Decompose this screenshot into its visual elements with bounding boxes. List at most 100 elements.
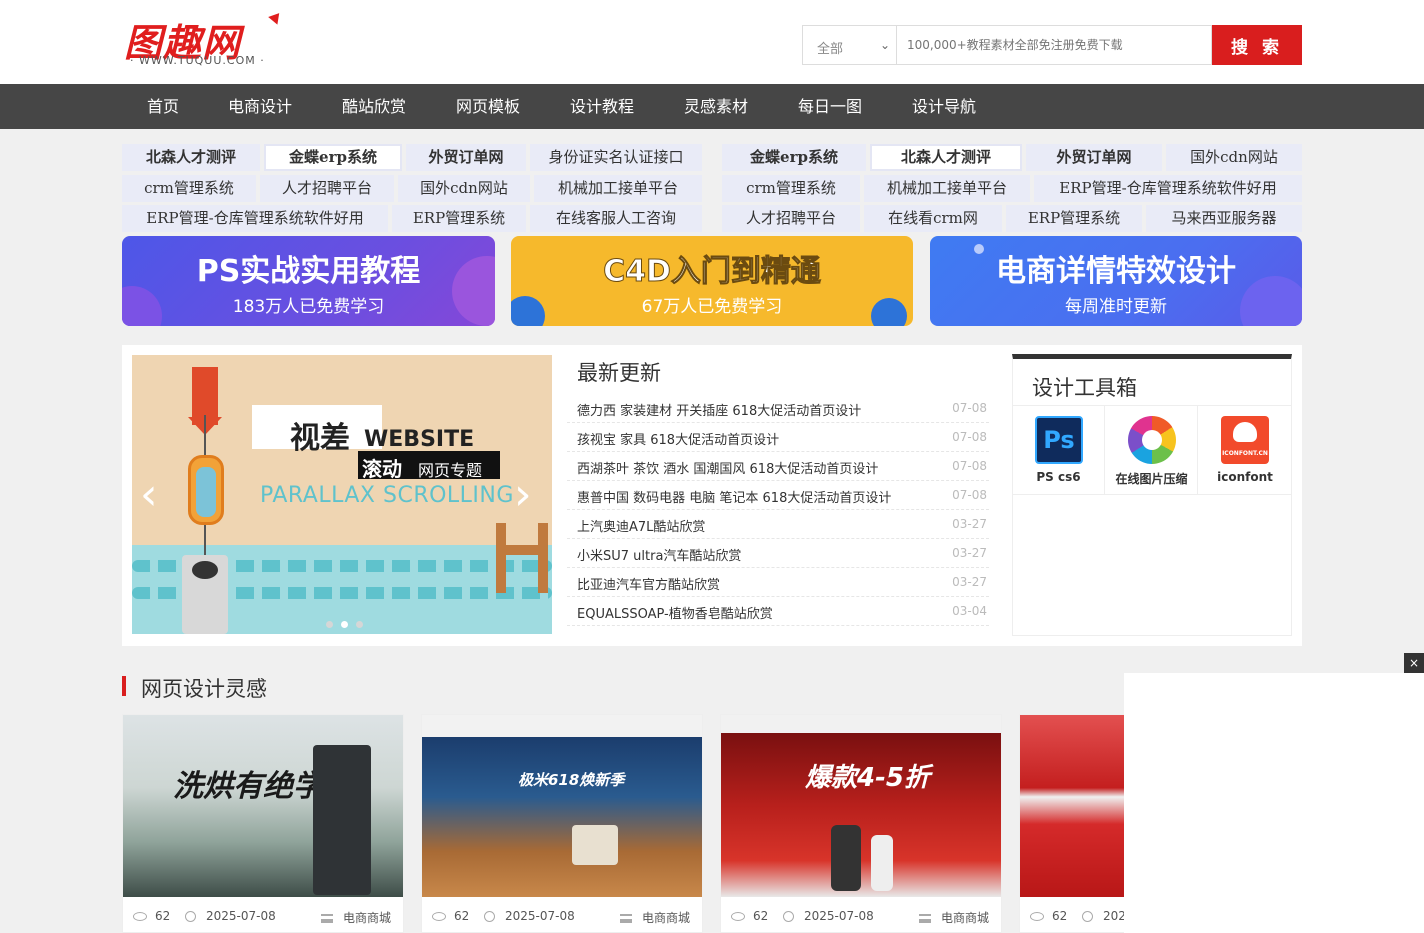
card-date: 202: [1082, 909, 1126, 923]
card-category[interactable]: 电商商城: [919, 909, 989, 926]
keyword-link[interactable]: 人才招聘平台: [260, 175, 394, 202]
search-scope-value: 全部: [817, 42, 844, 57]
keyword-link[interactable]: ERP管理系统: [1006, 205, 1142, 232]
nav-item-cool-sites[interactable]: 酷站欣赏: [328, 84, 420, 129]
close-icon[interactable]: ×: [1404, 653, 1424, 673]
keyword-link[interactable]: ERP管理-仓库管理系统软件好用: [122, 205, 388, 232]
thumbnail-caption: 爆款4-5折: [805, 763, 930, 793]
banner-c4d-course[interactable]: C4D入门到精通 67万人已免费学习: [511, 236, 913, 326]
keyword-link[interactable]: 机械加工接单平台: [534, 175, 702, 202]
design-card[interactable]: 极米618焕新季 62 2025-07-08 电商商城: [421, 714, 703, 933]
eye-icon: [432, 912, 446, 921]
keyword-link[interactable]: 国外cdn网站: [398, 175, 530, 202]
tool-label: iconfont: [1217, 470, 1273, 484]
nav-item-tutorials[interactable]: 设计教程: [556, 84, 648, 129]
news-item[interactable]: 孩视宝 家具 618大促活动首页设计 07-08: [567, 423, 989, 452]
card-thumbnail[interactable]: 爆款4-5折: [721, 715, 1001, 897]
keyword-link[interactable]: 金蝶erp系统: [722, 144, 866, 171]
card-date: 2025-07-08: [484, 909, 575, 923]
iconfont-icon: ICONFONT.CN: [1221, 416, 1269, 464]
news-item[interactable]: 西湖茶叶 茶饮 酒水 国潮国风 618大促活动首页设计 07-08: [567, 452, 989, 481]
nav-item-inspiration[interactable]: 灵感素材: [670, 84, 762, 129]
card-category[interactable]: 电商商城: [321, 909, 391, 926]
news-item-date: 07-08: [952, 488, 987, 502]
thumbnail-caption: 洗烘有绝学: [173, 769, 323, 804]
product-illustration: [831, 825, 861, 891]
news-item-title: 上汽奥迪A7L酷站欣赏: [577, 520, 706, 535]
card-views: 62: [133, 909, 170, 923]
clock-icon: [1082, 911, 1093, 922]
slider-dot[interactable]: [326, 621, 333, 628]
news-item[interactable]: EQUALSSOAP-植物香皂酷站欣赏 03-04: [567, 597, 989, 626]
slider-dot-active[interactable]: [341, 621, 348, 628]
news-item-title: 小米SU7 ultra汽车酷站欣赏: [577, 549, 742, 564]
keyword-link[interactable]: 机械加工接单平台: [864, 175, 1030, 202]
pier-bar: [496, 545, 548, 555]
nav-item-home[interactable]: 首页: [130, 84, 196, 129]
tool-iconfont[interactable]: ICONFONT.CN iconfont: [1199, 405, 1291, 495]
nav-item-navigation[interactable]: 设计导航: [898, 84, 990, 129]
news-item-title: 德力西 家装建材 开关插座 618大促活动首页设计: [577, 404, 862, 419]
card-date: 2025-07-08: [185, 909, 276, 923]
banner-ps-tutorial[interactable]: PS实战实用教程 183万人已免费学习: [122, 236, 495, 326]
eye-icon: [1030, 912, 1044, 921]
latest-updates-title: 最新更新: [577, 361, 661, 385]
search-button[interactable]: 搜 索: [1212, 25, 1302, 65]
keyword-link[interactable]: 国外cdn网站: [1166, 144, 1302, 171]
search-input[interactable]: [897, 25, 1212, 65]
news-item-date: 07-08: [952, 430, 987, 444]
news-item[interactable]: 比亚迪汽车官方酷站欣赏 03-27: [567, 568, 989, 597]
news-item[interactable]: 上汽奥迪A7L酷站欣赏 03-27: [567, 510, 989, 539]
keyword-link[interactable]: crm管理系统: [122, 175, 256, 202]
keyword-link[interactable]: ERP管理系统: [392, 205, 526, 232]
eye-icon: [731, 912, 745, 921]
banner-ecommerce-detail[interactable]: 电商详情特效设计 每周准时更新: [930, 236, 1302, 326]
keyword-link[interactable]: 金蝶erp系统: [264, 144, 402, 171]
news-item[interactable]: 德力西 家装建材 开关插座 618大促活动首页设计 07-08: [567, 394, 989, 423]
card-thumbnail[interactable]: 洗烘有绝学: [123, 715, 403, 897]
card-thumbnail[interactable]: 极米618焕新季: [422, 715, 702, 897]
keyword-link[interactable]: 马来西亚服务器: [1146, 205, 1302, 232]
site-header: 图趣网 · WWW.TUQUU.COM · 全部 ⌄ 搜 索: [0, 0, 1424, 84]
nav-item-daily[interactable]: 每日一图: [784, 84, 876, 129]
hero-slider[interactable]: 视差 WEBSITE 滚动 网页专题 PARALLAX SCROLLING ‹ …: [132, 355, 552, 634]
keyword-link[interactable]: 北森人才测评: [870, 144, 1022, 171]
news-item[interactable]: 小米SU7 ultra汽车酷站欣赏 03-27: [567, 539, 989, 568]
banner-title: 电商详情特效设计: [996, 254, 1236, 289]
floating-ad-panel: [1124, 673, 1424, 933]
pier-illustration: [496, 523, 548, 593]
list-icon: [620, 914, 632, 923]
news-item-title: 比亚迪汽车官方酷站欣赏: [577, 578, 721, 593]
slider-pagination: [322, 613, 367, 632]
nav-item-ecommerce[interactable]: 电商设计: [214, 84, 306, 129]
design-card[interactable]: 爆款4-5折 62 2025-07-08 电商商城: [720, 714, 1002, 933]
tool-label: PS cs6: [1036, 470, 1081, 484]
keyword-link[interactable]: 北森人才测评: [122, 144, 260, 171]
slide-text-scroll: 滚动: [362, 457, 402, 481]
keyword-link[interactable]: 人才招聘平台: [722, 205, 860, 232]
search-bar: 全部 ⌄ 搜 索: [802, 25, 1302, 65]
site-logo[interactable]: 图趣网 · WWW.TUQUU.COM ·: [124, 9, 284, 68]
news-item-date: 03-27: [952, 575, 987, 589]
keyword-link[interactable]: crm管理系统: [722, 175, 860, 202]
news-item[interactable]: 惠普中国 数码电器 电脑 笔记本 618大促活动首页设计 07-08: [567, 481, 989, 510]
keyword-link[interactable]: 外贸订单网: [1026, 144, 1162, 171]
tool-image-compress[interactable]: 在线图片压缩: [1106, 405, 1198, 495]
keyword-link[interactable]: ERP管理-仓库管理系统软件好用: [1034, 175, 1302, 202]
design-card[interactable]: 洗烘有绝学 62 2025-07-08 电商商城: [122, 714, 404, 933]
keyword-link[interactable]: 在线看crm网: [864, 205, 1002, 232]
card-views: 62: [731, 909, 768, 923]
slide-text-parallax-scrolling: PARALLAX SCROLLING: [260, 483, 514, 508]
keyword-link[interactable]: 在线客服人工咨询: [530, 205, 702, 232]
keyword-link[interactable]: 外贸订单网: [406, 144, 526, 171]
nav-item-templates[interactable]: 网页模板: [442, 84, 534, 129]
slider-prev-icon[interactable]: ‹: [140, 473, 158, 517]
tool-photoshop[interactable]: Ps PS cs6: [1013, 405, 1105, 495]
slider-next-icon[interactable]: ›: [514, 473, 532, 517]
card-category[interactable]: 电商商城: [620, 909, 690, 926]
projector-illustration: [572, 825, 618, 865]
keyword-link[interactable]: 身份证实名认证接口: [530, 144, 702, 171]
clock-icon: [484, 911, 495, 922]
search-scope-select[interactable]: 全部 ⌄: [802, 25, 897, 65]
slider-dot[interactable]: [356, 621, 363, 628]
